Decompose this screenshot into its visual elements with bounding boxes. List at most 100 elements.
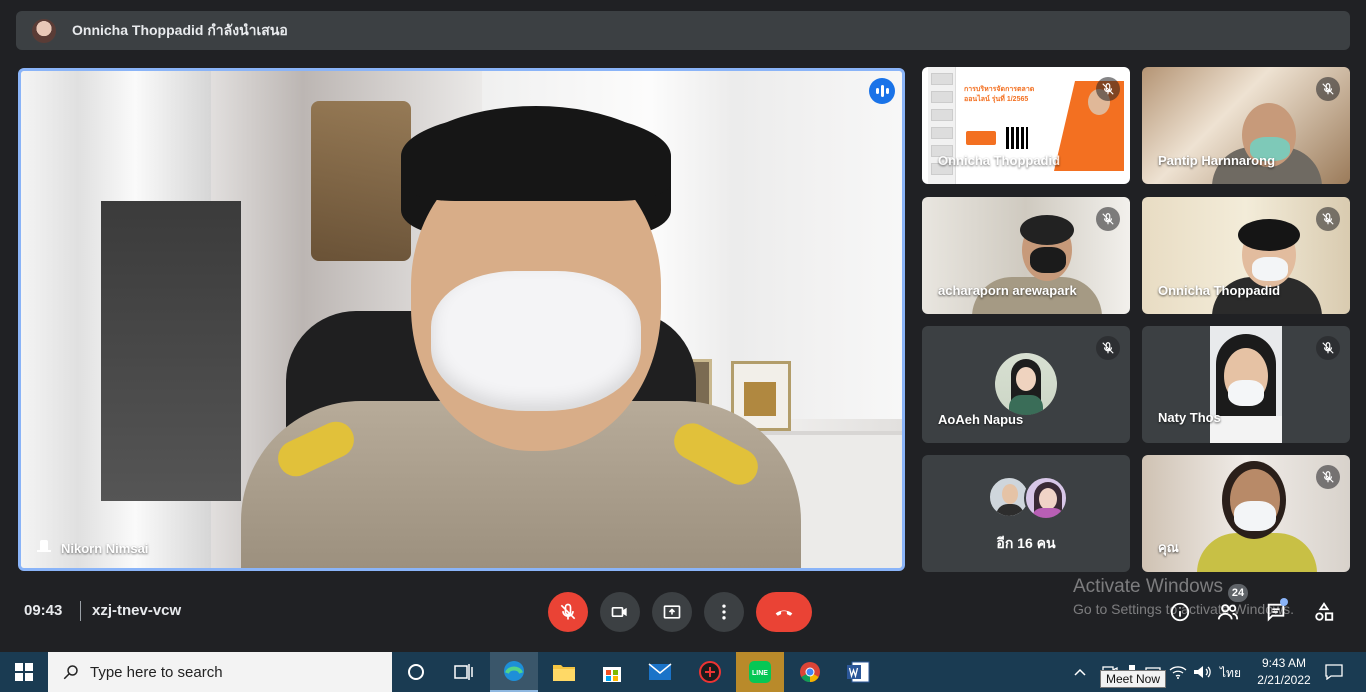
notification-icon	[1325, 664, 1343, 680]
more-options-button[interactable]	[704, 592, 744, 632]
face-mask	[1252, 257, 1288, 281]
avatar	[995, 353, 1057, 415]
face-mask	[1030, 247, 1066, 273]
line-icon: LINE	[749, 661, 771, 683]
participant-tile[interactable]: Onnicha Thoppadid	[1142, 197, 1350, 314]
mic-off-icon	[1316, 336, 1340, 360]
search-icon	[63, 665, 78, 680]
meet-window: Onnicha Thoppadid กำลังนำเสนอ Nikorn Nim…	[0, 0, 1366, 652]
chat-notification-dot	[1280, 598, 1288, 606]
camera-icon	[611, 607, 627, 617]
camera-toggle-button[interactable]	[600, 592, 640, 632]
speaker-face-mask	[431, 271, 641, 411]
show-hidden-icons-button[interactable]	[1062, 652, 1098, 692]
activities-button[interactable]	[1312, 600, 1336, 624]
slide-button	[966, 131, 996, 145]
person-body	[1197, 533, 1317, 572]
others-tile[interactable]: อีก 16 คน	[922, 455, 1130, 572]
folder-icon	[553, 665, 575, 681]
people-icon	[1217, 604, 1239, 620]
clock-date: 2/21/2022	[1257, 673, 1311, 687]
word-icon	[847, 661, 870, 683]
pin-icon[interactable]	[37, 540, 51, 556]
mail-icon	[648, 663, 672, 680]
mic-off-icon	[1096, 207, 1120, 231]
volume-tray-button[interactable]	[1190, 652, 1214, 692]
participant-tile[interactable]: การบริหารจัดการตลาด ออนไลน์ รุ่นที่ 1/25…	[922, 67, 1130, 184]
participant-tile[interactable]: acharaporn arewapark	[922, 197, 1130, 314]
meeting-code: xzj-tnev-vcw	[92, 602, 182, 619]
participants-button[interactable]	[1216, 600, 1240, 624]
avatar	[1024, 476, 1068, 520]
tile-name: คุณ	[1158, 540, 1179, 555]
taskbar-store[interactable]	[588, 652, 636, 692]
clock-time: 9:43 AM	[1261, 656, 1307, 670]
wifi-tray-button[interactable]	[1166, 652, 1190, 692]
notifications-button[interactable]	[1316, 652, 1352, 692]
taskbar-edge[interactable]	[490, 652, 538, 692]
tile-name: acharaporn arewapark	[938, 283, 1077, 298]
task-view-button[interactable]	[440, 652, 488, 692]
taskbar-word[interactable]	[834, 652, 882, 692]
participant-tile[interactable]: AoAeh Napus	[922, 326, 1130, 443]
chevron-up-icon	[1074, 668, 1086, 676]
presenting-text: Onnicha Thoppadid กำลังนำเสนอ	[72, 21, 288, 38]
input-language[interactable]: ไทย	[1220, 664, 1241, 683]
background-window	[101, 201, 241, 501]
search-placeholder: Type here to search	[90, 663, 223, 681]
wifi-icon	[1169, 666, 1187, 679]
self-tile[interactable]: คุณ	[1142, 455, 1350, 572]
mic-off-icon	[1096, 77, 1120, 101]
edge-icon	[504, 661, 524, 681]
start-button[interactable]	[0, 652, 48, 692]
taskbar-app[interactable]	[686, 652, 734, 692]
taskbar-chrome[interactable]	[786, 652, 834, 692]
leave-call-button[interactable]	[756, 592, 812, 632]
tile-name: Onnicha Thoppadid	[1158, 283, 1281, 298]
mic-off-icon	[560, 603, 576, 620]
mic-off-icon	[1316, 77, 1340, 101]
mic-off-icon	[1096, 336, 1120, 360]
tile-name: Pantip Harnnarong	[1158, 153, 1276, 168]
presenter-avatar	[32, 18, 56, 43]
meet-now-tooltip: Meet Now	[1100, 670, 1167, 688]
main-tile-label: Nikorn Nimsai	[61, 540, 149, 556]
main-speaker-tile[interactable]: Nikorn Nimsai	[18, 68, 905, 571]
participant-tile[interactable]: Naty Thos	[1142, 326, 1350, 443]
end-call-icon	[775, 610, 793, 616]
cortana-button[interactable]	[392, 652, 440, 692]
taskbar-file-explorer[interactable]	[540, 652, 588, 692]
mic-toggle-button[interactable]	[548, 592, 588, 632]
participant-tile[interactable]: Pantip Harnnarong	[1142, 67, 1350, 184]
taskbar-clock[interactable]: 9:43 AM 2/21/2022	[1252, 655, 1316, 689]
meeting-details-button[interactable]	[1168, 600, 1192, 624]
taskbar-line[interactable]: LINE	[736, 652, 784, 692]
meeting-time: 09:43	[24, 602, 63, 619]
speaking-indicator-icon	[869, 78, 895, 104]
taskbar-search-box[interactable]: Type here to search	[48, 652, 392, 692]
presenting-banner[interactable]: Onnicha Thoppadid กำลังนำเสนอ	[16, 11, 1350, 50]
present-screen-button[interactable]	[652, 592, 692, 632]
cortana-icon	[408, 664, 424, 680]
person-hair	[1020, 215, 1074, 245]
others-count: อีก 16 คน	[996, 535, 1056, 551]
volume-icon	[1194, 666, 1211, 678]
participants-count-badge: 24	[1228, 584, 1248, 602]
participant-video	[1210, 326, 1282, 443]
qr-code	[1006, 127, 1028, 149]
background-shelf	[311, 101, 411, 261]
mic-off-icon	[1316, 465, 1340, 489]
app-icon	[699, 661, 721, 683]
line-icon-label: LINE	[752, 670, 768, 677]
info-icon	[1170, 602, 1190, 622]
divider	[80, 601, 81, 621]
face-mask	[1234, 501, 1276, 531]
taskbar-mail[interactable]	[636, 652, 684, 692]
shapes-icon	[1315, 602, 1334, 621]
chrome-icon	[800, 662, 820, 683]
tile-name: AoAeh Napus	[938, 412, 1024, 427]
activate-windows-title: Activate Windows	[1073, 576, 1223, 597]
present-icon	[663, 605, 681, 619]
task-view-icon	[454, 664, 473, 680]
windows-logo-icon	[15, 663, 33, 681]
